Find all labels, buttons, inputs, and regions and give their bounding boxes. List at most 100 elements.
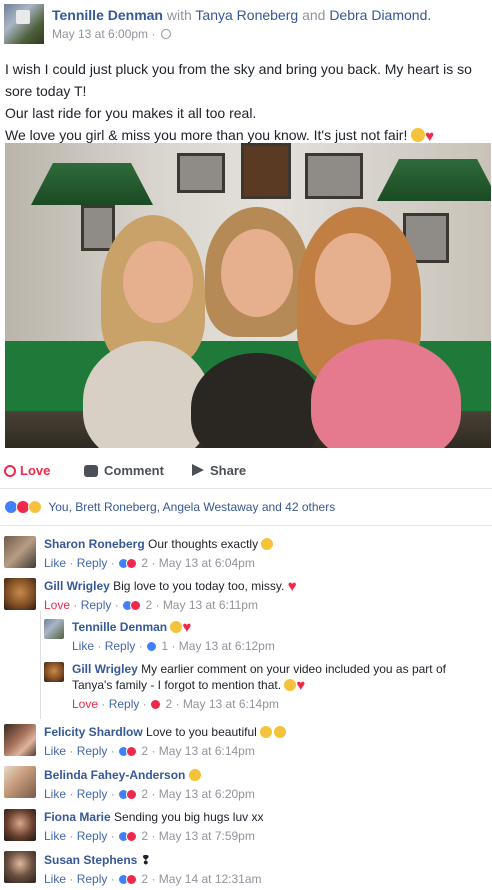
author-avatar[interactable] [4,4,44,44]
author-name[interactable]: Tennille Denman [52,7,163,23]
comment-text: Love to you beautiful [146,725,257,739]
relieved-emoji-icon [170,621,183,633]
exclamation-icon: ❢ [140,853,151,867]
comment-meta: Like · Reply · 2 · May 13 at 6:20pm [44,786,255,802]
dot: · [155,598,160,612]
reply-link[interactable]: Reply [109,697,140,711]
post-photo[interactable] [5,143,491,448]
avatar[interactable] [44,662,64,682]
reaction-count[interactable]: 1 [161,639,168,653]
comment-time[interactable]: May 14 at 12:31am [159,872,262,886]
reaction-count[interactable]: 2 [141,872,148,886]
sad-emoji-icon [261,538,274,550]
meta-separator: · [151,27,156,41]
post-text-line: sore today T! [5,83,87,99]
dot: · [114,598,119,612]
comment-author[interactable]: Tennille Denman [72,620,167,634]
reply-link[interactable]: Reply [77,829,108,843]
post-text-line: I wish I could just pluck you from the s… [5,61,472,77]
comment-author[interactable]: Felicity Shardlow [44,725,143,739]
kiss-emoji-icon [284,679,297,691]
like-link[interactable]: Like [44,556,66,570]
comment-author[interactable]: Sharon Roneberg [44,537,145,551]
reply-link[interactable]: Reply [77,872,108,886]
avatar[interactable] [44,619,64,639]
like-link[interactable]: Like [72,639,94,653]
comment: Belinda Fahey-Anderson Like · Reply · 2 … [44,767,255,802]
comment-meta: Love · Reply · 2 · May 13 at 6:14pm [72,696,446,712]
comment-time[interactable]: May 13 at 6:14pm [183,697,279,711]
smile-emoji-icon [188,769,201,781]
avatar[interactable] [4,809,36,841]
like-icon [146,641,158,652]
comment-time[interactable]: May 13 at 6:20pm [159,787,255,801]
tagged-user-1[interactable]: Tanya Roneberg [195,7,298,23]
post-timestamp[interactable]: May 13 at 6:00pm [52,27,148,41]
comment-button[interactable]: Comment [84,463,164,478]
globe-icon[interactable] [160,29,171,39]
dot: · [151,829,156,843]
comment-author[interactable]: Belinda Fahey-Anderson [44,768,185,782]
dot: · [69,556,74,570]
post-header: Tennille Denman with Tanya Roneberg and … [0,0,492,48]
kiss-emoji-icon [274,726,287,738]
comment: Susan Stephens ❢ Like · Reply · 2 · May … [44,852,262,887]
like-link[interactable]: Like [44,872,66,886]
comment-time[interactable]: May 13 at 6:11pm [163,598,258,612]
sad-icon [28,500,42,514]
love-icon [150,699,162,710]
love-link[interactable]: Love [72,697,98,711]
reaction-summary[interactable]: You, Brett Roneberg, Angela Westaway and… [4,500,335,514]
love-button[interactable]: Love [4,463,50,478]
comment-label: Comment [104,463,164,478]
comment-author[interactable]: Gill Wrigley [72,662,138,676]
avatar[interactable] [4,766,36,798]
avatar[interactable] [4,851,36,883]
avatar[interactable] [4,536,36,568]
dot: · [101,697,106,711]
reply-thread-line [40,611,41,719]
reaction-count[interactable]: 2 [141,556,148,570]
relieved-emoji-icon [411,128,426,142]
avatar[interactable] [4,578,36,610]
reply-link[interactable]: Reply [77,556,108,570]
reply-link[interactable]: Reply [105,639,136,653]
comment-time[interactable]: May 13 at 6:12pm [179,639,275,653]
comment-text: Our thoughts exactly [148,537,259,551]
comment-author[interactable]: Susan Stephens [44,853,137,867]
post-actions: Love Comment Share [0,457,492,487]
reaction-count[interactable]: 2 [141,787,148,801]
comment: Fiona Marie Sending you big hugs luv xx … [44,809,263,844]
share-button[interactable]: Share [192,463,246,478]
like-link[interactable]: Like [44,829,66,843]
reaction-count[interactable]: 2 [165,697,172,711]
photo-frame [81,205,115,251]
tagged-user-2[interactable]: Debra Diamond. [329,7,431,23]
like-link[interactable]: Like [44,744,66,758]
reply-link[interactable]: Reply [81,598,112,612]
comment-time[interactable]: May 13 at 6:04pm [159,556,255,570]
love-link[interactable]: Love [44,598,70,612]
comment-time[interactable]: May 13 at 6:14pm [159,744,255,758]
kiss-emoji-icon [260,726,273,738]
like-link[interactable]: Like [44,787,66,801]
dot: · [110,556,115,570]
dot: · [175,697,180,711]
reaction-count[interactable]: 2 [141,744,148,758]
comment-author[interactable]: Fiona Marie [44,810,111,824]
reaction-count[interactable]: 2 [141,829,148,843]
dot: · [171,639,176,653]
comment-time[interactable]: May 13 at 7:59pm [159,829,255,843]
avatar[interactable] [4,724,36,756]
reaction-count[interactable]: 2 [145,598,152,612]
comment-author[interactable]: Gill Wrigley [44,579,110,593]
with-word: with [166,7,192,23]
post-text-line-4: We love you girl & miss you more than yo… [5,127,408,143]
heart-emoji-icon: ♥ [182,619,192,636]
reply-link[interactable]: Reply [77,787,108,801]
comment-icon [84,465,98,477]
dot: · [151,872,156,886]
reply-link[interactable]: Reply [77,744,108,758]
dot: · [110,872,115,886]
love-icon [126,874,138,885]
